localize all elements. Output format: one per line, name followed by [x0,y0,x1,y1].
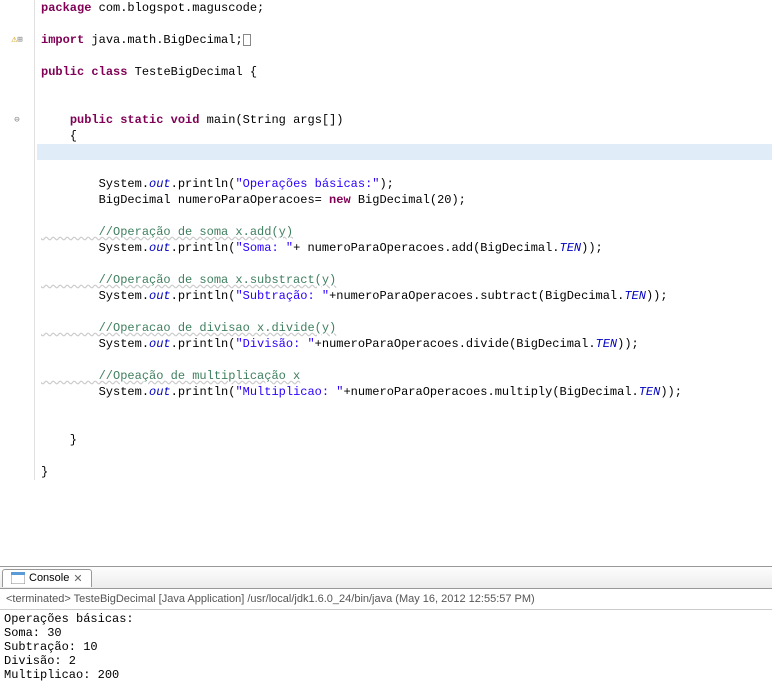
expand-icon[interactable]: ⊞ [17,35,22,45]
console-line: Multiplicao: 200 [4,668,768,682]
code-text: )); [617,337,639,351]
comment: //Operacao de divisao x.divide(y) [41,321,336,335]
code-text: BigDecimal(20); [351,193,466,207]
field-ten: TEN [596,337,618,351]
collapse-icon[interactable]: ⊖ [14,115,19,125]
code-text: BigDecimal numeroParaOperacoes= [41,193,329,207]
console-panel: Console ✕ <terminated> TesteBigDecimal [… [0,567,772,685]
code-area[interactable]: package com.blogspot.maguscode; import j… [35,0,772,480]
package-name: com.blogspot.maguscode; [91,1,264,15]
console-line: Subtração: 10 [4,640,768,654]
code-text: .println( [171,177,236,191]
string-literal: "Divisão: " [235,337,314,351]
string-literal: "Subtração: " [235,289,329,303]
folded-imports-icon[interactable] [243,34,251,46]
console-icon [11,572,25,584]
keyword-void: void [171,113,200,127]
close-brace: } [37,464,772,480]
code-text: System. [41,337,149,351]
string-literal: "Soma: " [235,241,293,255]
console-tab[interactable]: Console ✕ [2,569,92,587]
comment: //Operação de soma x.substract(y) [41,273,336,287]
code-text: )); [646,289,668,303]
field-out: out [149,177,171,191]
keyword-import: import [41,33,84,47]
console-line: Divisão: 2 [4,654,768,668]
code-editor[interactable]: ⚠⊞ ⊖ package com.blogspot.maguscode; imp… [0,0,772,567]
keyword-package: package [41,1,91,15]
console-tab-bar: Console ✕ [0,567,772,589]
class-declaration: TesteBigDecimal { [127,65,257,79]
field-out: out [149,385,171,399]
string-literal: "Multiplicao: " [235,385,343,399]
code-text: .println( [171,337,236,351]
comment: //Operação de soma x.add(y) [41,225,293,239]
code-text: +numeroParaOperacoes.multiply(BigDecimal… [343,385,638,399]
console-output[interactable]: Operações básicas: Soma: 30 Subtração: 1… [0,610,772,684]
code-text: System. [41,177,149,191]
code-text: ); [379,177,393,191]
editor-gutter: ⚠⊞ ⊖ [0,0,35,480]
main-signature: main(String args[]) [199,113,343,127]
field-out: out [149,337,171,351]
console-status: <terminated> TesteBigDecimal [Java Appli… [0,589,772,610]
code-text: .println( [171,241,236,255]
code-text: + numeroParaOperacoes.add(BigDecimal. [293,241,559,255]
code-text: +numeroParaOperacoes.divide(BigDecimal. [315,337,596,351]
console-line: Operações básicas: [4,612,768,626]
code-text: System. [41,385,149,399]
field-ten: TEN [560,241,582,255]
console-line: Soma: 30 [4,626,768,640]
close-brace: } [37,432,772,448]
field-ten: TEN [624,289,646,303]
keyword-class: class [91,65,127,79]
code-text: +numeroParaOperacoes.subtract(BigDecimal… [329,289,624,303]
import-name: java.math.BigDecimal; [84,33,242,47]
field-out: out [149,289,171,303]
keyword-new: new [329,193,351,207]
keyword-public: public [41,65,84,79]
comment: //Opeação de multiplicação x [41,369,300,383]
keyword-public: public [70,113,113,127]
code-text: .println( [171,289,236,303]
close-icon[interactable]: ✕ [73,572,82,585]
code-text: )); [660,385,682,399]
code-text: )); [581,241,603,255]
current-line[interactable] [37,144,772,160]
field-out: out [149,241,171,255]
field-ten: TEN [639,385,661,399]
code-text: System. [41,289,149,303]
open-brace: { [37,128,772,144]
code-text: .println( [171,385,236,399]
keyword-static: static [120,113,163,127]
code-text: System. [41,241,149,255]
string-literal: "Operações básicas:" [235,177,379,191]
console-tab-label: Console [29,572,69,584]
